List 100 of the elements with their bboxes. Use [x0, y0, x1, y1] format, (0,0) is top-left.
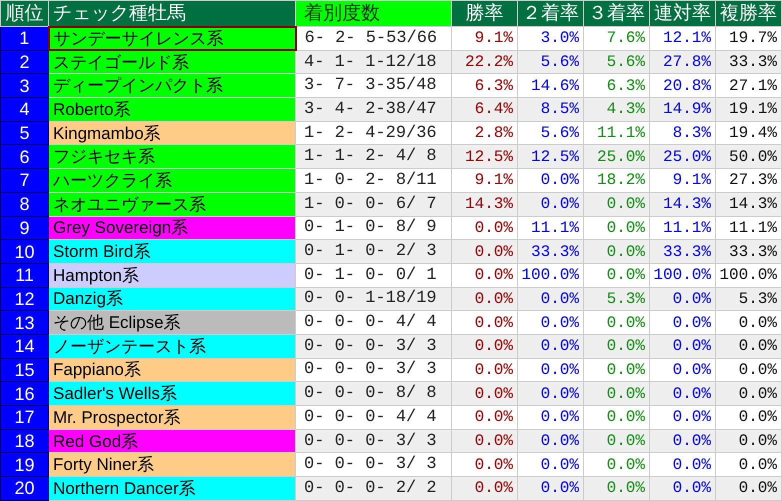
rate-cell: 100.0% [716, 263, 782, 288]
rate-cell: 0.0% [584, 476, 650, 500]
rank-cell: 1 [0, 26, 48, 50]
rate-cell: 25.0% [584, 144, 650, 169]
rate-cell: 0.0% [452, 334, 518, 358]
rank-cell: 12 [0, 287, 48, 311]
rate-cell: 0.0% [452, 310, 518, 334]
rate-cell: 0.0% [518, 287, 584, 311]
column-header: 連対率 [650, 0, 716, 26]
sire-line-cell: サンデーサイレンス系 [48, 26, 296, 50]
rate-cell: 0.0% [584, 192, 650, 216]
rank-cell: 5 [0, 121, 48, 145]
rate-cell: 8.3% [650, 121, 716, 145]
rank-cell: 10 [0, 240, 48, 264]
rate-cell: 0.0% [452, 263, 518, 288]
rank-cell: 6 [0, 144, 48, 169]
rate-cell: 5.6% [518, 50, 584, 74]
rate-cell: 0.0% [716, 429, 782, 453]
rate-cell: 0.0% [584, 216, 650, 240]
rate-cell: 0.0% [518, 310, 584, 334]
record-cell: 0- 0- 0- 4/ 4 [296, 406, 452, 430]
sire-line-cell: Grey Sovereign系 [48, 216, 296, 240]
record-cell: 0- 0- 0- 2/ 2 [296, 476, 452, 500]
record-cell: 3- 7- 3-35/48 [296, 74, 452, 98]
rate-cell: 0.0% [452, 406, 518, 430]
rate-cell: 0.0% [584, 429, 650, 453]
rank-cell: 11 [0, 263, 48, 288]
rate-cell: 25.0% [650, 144, 716, 169]
rank-cell: 19 [0, 452, 48, 477]
rate-cell: 0.0% [452, 240, 518, 264]
rate-cell: 0.0% [518, 334, 584, 358]
rate-cell: 0.0% [650, 334, 716, 358]
rate-cell: 0.0% [584, 263, 650, 288]
record-cell: 6- 2- 5-53/66 [296, 26, 452, 50]
sire-line-cell: Mr. Prospector系 [48, 406, 296, 430]
rate-cell: 0.0% [452, 382, 518, 406]
record-cell: 0- 0- 1-18/19 [296, 287, 452, 311]
rate-cell: 0.0% [650, 452, 716, 477]
rate-cell: 0.0% [518, 168, 584, 192]
rate-cell: 8.5% [518, 98, 584, 122]
rate-cell: 0.0% [716, 334, 782, 358]
rate-cell: 11.1% [584, 121, 650, 145]
rate-cell: 100.0% [518, 263, 584, 288]
record-cell: 0- 0- 0- 3/ 3 [296, 334, 452, 358]
rate-cell: 4.3% [584, 98, 650, 122]
rate-cell: 0.0% [518, 192, 584, 216]
rate-cell: 22.2% [452, 50, 518, 74]
rate-cell: 11.1% [716, 216, 782, 240]
rate-cell: 14.3% [452, 192, 518, 216]
record-cell: 1- 0- 0- 6/ 7 [296, 192, 452, 216]
rate-cell: 18.2% [584, 168, 650, 192]
rate-cell: 14.9% [650, 98, 716, 122]
rate-cell: 0.0% [584, 334, 650, 358]
sire-line-cell: Hampton系 [48, 263, 296, 288]
rate-cell: 9.1% [452, 168, 518, 192]
record-cell: 1- 0- 2- 8/11 [296, 168, 452, 192]
rate-cell: 19.7% [716, 26, 782, 50]
sire-line-cell: Storm Bird系 [48, 240, 296, 264]
rate-cell: 27.1% [716, 74, 782, 98]
rate-cell: 5.6% [518, 121, 584, 145]
sire-line-cell: その他 Eclipse系 [48, 310, 296, 334]
sire-line-cell: Forty Niner系 [48, 452, 296, 477]
rank-cell: 8 [0, 192, 48, 216]
rate-cell: 0.0% [584, 310, 650, 334]
rank-cell: 3 [0, 74, 48, 98]
rank-cell: 2 [0, 50, 48, 74]
rate-cell: 12.5% [452, 144, 518, 169]
rate-cell: 0.0% [650, 406, 716, 430]
rate-cell: 12.5% [518, 144, 584, 169]
sire-line-cell: Roberto系 [48, 98, 296, 122]
rate-cell: 0.0% [650, 382, 716, 406]
column-header: 着別度数 [296, 0, 452, 26]
rate-cell: 0.0% [452, 452, 518, 477]
rate-cell: 19.1% [716, 98, 782, 122]
rate-cell: 0.0% [650, 476, 716, 500]
record-cell: 0- 0- 0- 8/ 8 [296, 382, 452, 406]
column-header: ３着率 [584, 0, 650, 26]
sire-line-cell: Northern Dancer系 [48, 476, 296, 500]
column-header: 勝率 [452, 0, 518, 26]
rate-cell: 0.0% [716, 358, 782, 382]
rank-cell: 18 [0, 429, 48, 453]
sire-line-cell: ネオユニヴァース系 [48, 192, 296, 216]
rate-cell: 0.0% [716, 476, 782, 500]
rate-cell: 11.1% [518, 216, 584, 240]
sire-line-cell: ハーツクライ系 [48, 168, 296, 192]
record-cell: 4- 1- 1-12/18 [296, 50, 452, 74]
rate-cell: 9.1% [650, 168, 716, 192]
rank-cell: 7 [0, 168, 48, 192]
rate-cell: 5.6% [584, 50, 650, 74]
rank-cell: 15 [0, 358, 48, 382]
sire-line-cell: Kingmambo系 [48, 121, 296, 145]
rate-cell: 0.0% [452, 476, 518, 500]
record-cell: 1- 1- 2- 4/ 8 [296, 144, 452, 169]
rate-cell: 50.0% [716, 144, 782, 169]
record-cell: 0- 0- 0- 3/ 3 [296, 358, 452, 382]
rate-cell: 27.8% [650, 50, 716, 74]
rate-cell: 0.0% [716, 452, 782, 477]
rate-cell: 0.0% [716, 406, 782, 430]
sire-line-cell: フジキセキ系 [48, 144, 296, 169]
rate-cell: 9.1% [452, 26, 518, 50]
